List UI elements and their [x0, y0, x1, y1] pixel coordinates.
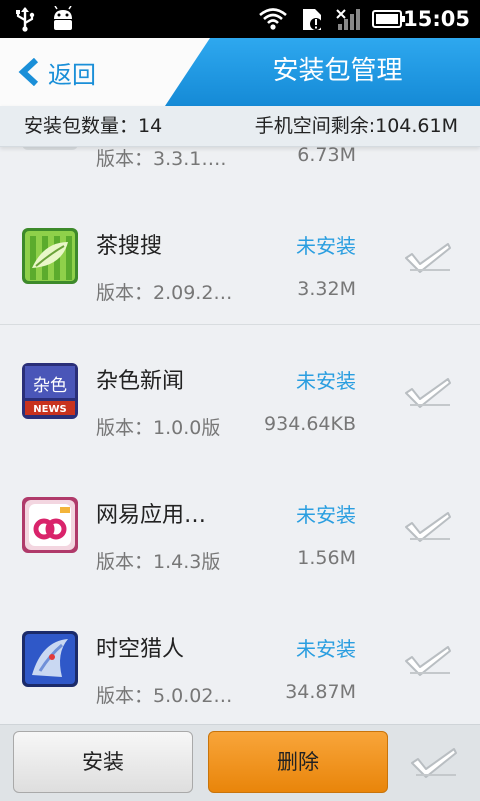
install-status: 未安装	[296, 234, 356, 258]
clock: 15:05	[403, 7, 470, 31]
page-title: 安装包管理	[272, 56, 403, 86]
back-label: 返回	[48, 60, 96, 89]
signal-icon	[336, 0, 364, 38]
delete-button[interactable]: 删除	[208, 731, 388, 793]
app-name: 时空猎人	[96, 637, 185, 662]
select-checkbox[interactable]	[404, 375, 452, 411]
news-icon-caption: NEWS	[33, 404, 66, 415]
app-size: 6.73M	[297, 146, 356, 166]
sim-alert-icon	[300, 0, 324, 38]
list-item[interactable]: 版本：3.3.1…. 6.73M	[0, 146, 480, 191]
usb-icon	[14, 0, 36, 38]
netease-app-icon	[22, 497, 78, 553]
news-icon-text: 杂色	[33, 376, 67, 396]
select-all-checkbox[interactable]	[410, 745, 458, 781]
select-checkbox[interactable]	[404, 509, 452, 545]
list-item[interactable]: 网易应用… 未安装 版本：1.4.3版 1.56M	[0, 459, 480, 594]
app-size: 934.64KB	[264, 413, 356, 435]
app-version: 版本：5.0.02…	[96, 685, 233, 707]
app-size: 34.87M	[285, 681, 356, 703]
select-checkbox[interactable]	[404, 240, 452, 276]
free-space: 手机空间剩余:104.61M	[254, 115, 458, 137]
app-version: 版本：2.09.2…	[96, 282, 233, 304]
app-version: 版本：3.3.1….	[96, 148, 227, 170]
app-version: 版本：1.0.0版	[96, 417, 221, 439]
install-status: 未安装	[296, 637, 356, 661]
status-bar: 15:05	[0, 0, 480, 38]
news-app-icon: 杂色 NEWS	[22, 363, 78, 419]
package-count: 安装包数量：14	[24, 115, 163, 137]
app-name: 茶搜搜	[96, 234, 163, 259]
app-size: 3.32M	[297, 278, 356, 300]
title-bar: 返回 安装包管理	[0, 38, 480, 106]
game-app-icon	[22, 631, 78, 687]
package-list[interactable]: 版本：3.3.1…. 6.73M 茶搜搜 未安装 版本：2.09.2… 3.32…	[0, 146, 480, 724]
android-debug-icon	[50, 0, 76, 38]
tea-search-app-icon	[22, 228, 78, 284]
summary-bar: 安装包数量：14 手机空间剩余:104.61M	[0, 106, 480, 147]
bottom-action-bar: 安装 删除	[0, 724, 480, 801]
app-name: 杂色新闻	[96, 369, 185, 394]
install-status: 未安装	[296, 369, 356, 393]
wifi-icon	[258, 0, 288, 38]
back-button[interactable]: 返回	[18, 48, 148, 96]
select-checkbox[interactable]	[404, 643, 452, 679]
app-name: 网易应用…	[96, 503, 207, 528]
list-item[interactable]: 茶搜搜 未安装 版本：2.09.2… 3.32M	[0, 190, 480, 325]
install-button[interactable]: 安装	[13, 731, 193, 793]
app-version: 版本：1.4.3版	[96, 551, 221, 573]
list-item[interactable]: 杂色 NEWS 杂色新闻 未安装 版本：1.0.0版 934.64KB	[0, 325, 480, 460]
install-status: 未安装	[296, 503, 356, 527]
list-item[interactable]: 时空猎人 未安装 版本：5.0.02… 34.87M	[0, 593, 480, 724]
battery-icon	[372, 0, 406, 38]
app-size: 1.56M	[297, 547, 356, 569]
chevron-left-icon	[18, 58, 39, 86]
